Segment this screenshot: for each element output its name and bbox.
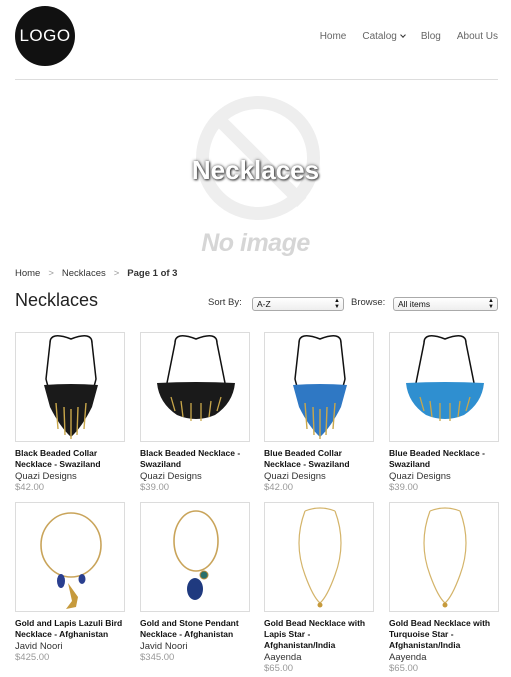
product-vendor: Javid Noori <box>15 641 63 652</box>
product-name-line: Gold and Stone Pendant <box>140 618 239 628</box>
product-name-line: Gold Bead Necklace with <box>389 618 491 628</box>
product-vendor: Quazi Designs <box>140 471 202 482</box>
nav-catalog[interactable]: Catalog <box>362 31 406 42</box>
main-nav: Home Catalog Blog About Us <box>320 31 498 42</box>
product-price: $42.00 <box>264 482 294 493</box>
product-name[interactable]: Gold Bead Necklace with Turquoise Star -… <box>389 618 499 651</box>
product-image[interactable] <box>389 502 499 612</box>
chevron-down-icon <box>400 32 406 38</box>
product-card[interactable]: Gold and Lapis Lazuli Bird Necklace - Af… <box>15 502 125 663</box>
browse-select[interactable]: All items ▲ ▼ <box>393 297 498 311</box>
product-card[interactable]: Black Beaded Collar Necklace - Swaziland… <box>15 332 125 493</box>
nav-home[interactable]: Home <box>320 31 347 42</box>
product-image[interactable] <box>264 332 374 442</box>
breadcrumb: Home > Necklaces > Page 1 of 3 <box>15 268 177 279</box>
hero-title: Necklaces <box>191 155 320 185</box>
product-name-line: Swaziland <box>140 459 182 469</box>
product-name-line: Black Beaded Collar <box>15 448 98 458</box>
sort-label: Sort By: <box>208 297 242 308</box>
product-image[interactable] <box>140 502 250 612</box>
product-name-line: Turquoise Star - <box>389 629 454 639</box>
product-name[interactable]: Blue Beaded Necklace - Swaziland <box>389 448 499 470</box>
product-name-line: Necklace - Swaziland <box>264 459 350 469</box>
breadcrumb-current: Page 1 of 3 <box>127 268 178 279</box>
no-image-text: No image <box>201 229 310 257</box>
sort-select[interactable]: A-Z ▲ ▼ <box>252 297 344 311</box>
product-name-line: Necklace - Swaziland <box>15 459 101 469</box>
logo[interactable]: LOGO <box>15 6 75 66</box>
product-vendor: Quazi Designs <box>264 471 326 482</box>
select-arrows-icon: ▲ ▼ <box>334 298 340 310</box>
product-name[interactable]: Gold and Stone Pendant Necklace - Afghan… <box>140 618 250 640</box>
product-card[interactable]: Blue Beaded Collar Necklace - Swaziland … <box>264 332 374 493</box>
product-image[interactable] <box>389 332 499 442</box>
nav-about-us[interactable]: About Us <box>457 31 498 42</box>
product-price: $65.00 <box>389 663 419 674</box>
sort-select-value: A-Z <box>257 299 271 309</box>
breadcrumb-collection[interactable]: Necklaces <box>62 268 106 279</box>
product-name-line: Afghanistan/India <box>264 640 336 650</box>
product-price: $39.00 <box>389 482 419 493</box>
product-card[interactable]: Gold and Stone Pendant Necklace - Afghan… <box>140 502 250 663</box>
product-card[interactable]: Black Beaded Necklace - Swaziland Quazi … <box>140 332 250 493</box>
select-arrows-icon: ▲ ▼ <box>488 298 494 310</box>
product-card[interactable]: Gold Bead Necklace with Turquoise Star -… <box>389 502 499 674</box>
product-name[interactable]: Gold Bead Necklace with Lapis Star - Afg… <box>264 618 374 651</box>
product-vendor: Javid Noori <box>140 641 188 652</box>
product-name-line: Necklace - Afghanistan <box>140 629 234 639</box>
product-image[interactable] <box>15 332 125 442</box>
product-vendor: Aayenda <box>264 652 302 663</box>
product-name-line: Blue Beaded Collar <box>264 448 342 458</box>
product-name[interactable]: Blue Beaded Collar Necklace - Swaziland <box>264 448 374 470</box>
page-title: Necklaces <box>15 290 99 310</box>
breadcrumb-separator: > <box>48 268 54 279</box>
nav-catalog-label: Catalog <box>362 31 397 42</box>
breadcrumb-separator: > <box>113 268 120 279</box>
product-vendor: Quazi Designs <box>15 471 77 482</box>
product-image[interactable] <box>264 502 374 612</box>
product-price: $345.00 <box>140 652 175 663</box>
product-image[interactable] <box>15 502 125 612</box>
header-divider <box>15 79 498 80</box>
product-name[interactable]: Gold and Lapis Lazuli Bird Necklace - Af… <box>15 618 125 640</box>
product-price: $42.00 <box>15 482 45 493</box>
product-card[interactable]: Blue Beaded Necklace - Swaziland Quazi D… <box>389 332 499 493</box>
product-image[interactable] <box>140 332 250 442</box>
product-name[interactable]: Black Beaded Necklace - Swaziland <box>140 448 250 470</box>
product-name-line: Gold Bead Necklace with <box>264 618 366 628</box>
nav-blog[interactable]: Blog <box>421 31 441 42</box>
product-price: $39.00 <box>140 482 170 493</box>
product-name-line: Black Beaded Necklace - <box>140 448 241 458</box>
product-name-line: Lapis Star - <box>264 629 311 639</box>
product-name-line: Necklace - Afghanistan <box>15 629 109 639</box>
product-vendor: Aayenda <box>389 652 427 663</box>
logo-text: LOGO <box>19 26 71 45</box>
product-card[interactable]: Gold Bead Necklace with Lapis Star - Afg… <box>264 502 374 674</box>
site-header: LOGO Home Catalog Blog About Us <box>0 0 511 80</box>
browse-label: Browse: <box>351 297 386 308</box>
product-name[interactable]: Black Beaded Collar Necklace - Swaziland <box>15 448 125 470</box>
product-price: $65.00 <box>264 663 294 674</box>
product-name-line: Gold and Lapis Lazuli Bird <box>15 618 123 628</box>
browse-select-value: All items <box>398 299 431 309</box>
product-name-line: Blue Beaded Necklace - <box>389 448 485 458</box>
collection-hero: Necklaces No image <box>0 82 511 258</box>
breadcrumb-home[interactable]: Home <box>15 268 40 279</box>
product-price: $425.00 <box>15 652 50 663</box>
product-vendor: Quazi Designs <box>389 471 451 482</box>
product-name-line: Afghanistan/India <box>389 640 461 650</box>
product-name-line: Swaziland <box>389 459 431 469</box>
